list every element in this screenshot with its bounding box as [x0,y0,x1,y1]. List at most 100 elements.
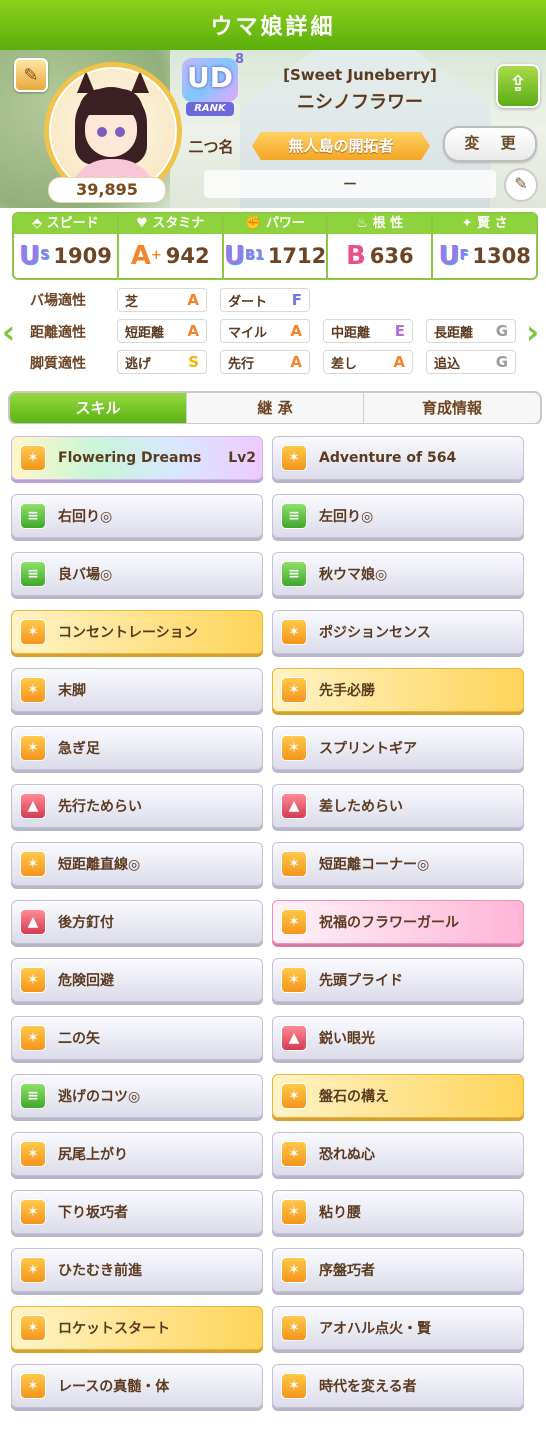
stat-label: スタミナ [152,216,205,231]
edit-memo-button[interactable]: ✎ [504,168,538,202]
skill-card[interactable]: ✶ 祝福のフラワーガール [272,900,524,944]
skill-card[interactable]: ✶ ポジションセンス [272,610,524,654]
stat-stamina: ♥ スタミナ A+ 942 [118,214,224,278]
skill-card[interactable]: ✶ Flowering Dreams Lv2 [11,436,263,480]
skill-card[interactable]: ✶ 序盤巧者 [272,1248,524,1292]
skill-card[interactable]: ✶ 二の矢 [11,1016,263,1060]
skill-card[interactable]: ≡ 良バ場◎ [11,552,263,596]
skill-name: 祝福のフラワーガール [319,915,459,931]
skill-name: ポジションセンス [319,625,431,641]
stat-label: パワー [265,216,305,231]
skill-card[interactable]: ✶ 恐れぬ心 [272,1132,524,1176]
stat-label: 根 性 [372,216,404,231]
pencil-icon: ✎ [514,174,528,193]
skill-name: 後方釘付 [58,915,114,931]
skill-name: Adventure of 564 [319,450,457,466]
skill-card[interactable]: ✶ 末脚 [11,668,263,712]
stat-wisdom: ✦ 賢 さ UF 1308 [433,214,536,278]
fan-count: 39,895 [48,177,166,203]
skill-card[interactable]: ✶ ロケットスタート [11,1306,263,1350]
skill-name: 時代を変える者 [319,1379,417,1395]
skill-card[interactable]: ✶ 急ぎ足 [11,726,263,770]
skill-card[interactable]: ≡ 秋ウマ娘◎ [272,552,524,596]
skill-icon: ▲ [281,1025,307,1051]
skill-name: 先行ためらい [58,799,142,815]
skill-icon: ✶ [20,967,46,993]
distance-aptitude-row: 距離適性 [30,319,116,345]
skill-card[interactable]: ✶ 先頭プライド [272,958,524,1002]
track-aptitude-row: バ場適性 [30,287,116,313]
character-name: ニシノフラワー [297,92,423,113]
tab-skills[interactable]: スキル [10,393,187,423]
skill-card[interactable]: ✶ 尻尾上がり [11,1132,263,1176]
skill-icon: ≡ [20,1083,46,1109]
skill-icon: ✶ [20,735,46,761]
detail-tabs: スキル 継 承 育成情報 [8,391,542,425]
skill-icon: ✶ [281,1199,307,1225]
skill-name: スプリントギア [319,741,417,757]
skill-card[interactable]: ✶ コンセントレーション [11,610,263,654]
skill-card[interactable]: ✶ ひたむき前進 [11,1248,263,1292]
skill-icon: ✶ [20,677,46,703]
skill-card[interactable]: ≡ 左回り◎ [272,494,524,538]
change-button[interactable]: 変 更 [443,126,537,162]
skill-card[interactable]: ✶ 短距離コーナー◎ [272,842,524,886]
skill-card[interactable]: ✶ スプリントギア [272,726,524,770]
rank-grade: UD [182,58,238,102]
outfit-name: [Sweet Juneberry] [283,66,437,84]
skill-icon: ✶ [281,967,307,993]
share-button[interactable]: ⇪ [496,64,540,108]
skill-name: 末脚 [58,683,86,699]
chevron-left-icon[interactable]: ‹ [2,314,20,350]
skill-card[interactable]: ✶ 盤石の構え [272,1074,524,1118]
skill-card[interactable]: ≡ 右回り◎ [11,494,263,538]
stat-power: ✊ パワー UB1 1712 [223,214,329,278]
skill-name: 序盤巧者 [319,1263,375,1279]
skill-icon: ✶ [281,677,307,703]
page-title: ウマ娘詳細 [0,0,546,52]
character-header: ✎ 39,895 UD 8 RANK 二つ名 [Sweet Juneberry]… [0,50,546,208]
skill-name: 先手必勝 [319,683,375,699]
skill-icon: ✶ [20,1257,46,1283]
tab-training-info[interactable]: 育成情報 [364,393,540,423]
skill-name: 右回り◎ [58,509,113,525]
skill-card[interactable]: ✶ アオハル点火・賢 [272,1306,524,1350]
stat-value: 636 [369,244,414,268]
skill-card[interactable]: ✶ 危険回避 [11,958,263,1002]
chevron-right-icon[interactable]: › [526,314,544,350]
skill-name: 尻尾上がり [58,1147,128,1163]
skill-card[interactable]: ≡ 逃げのコツ◎ [11,1074,263,1118]
skill-card[interactable]: ▲ 先行ためらい [11,784,263,828]
nickname-label[interactable]: 二つ名 [178,136,244,157]
character-item-icon[interactable]: ✎ [14,58,48,92]
skill-name: 急ぎ足 [58,741,100,757]
skill-name: 恐れぬ心 [319,1147,375,1163]
skill-icon: ✶ [20,1315,46,1341]
skill-icon: ✶ [20,445,46,471]
tab-inheritance[interactable]: 継 承 [187,393,364,423]
skill-card[interactable]: ✶ 時代を変える者 [272,1364,524,1408]
skill-card[interactable]: ✶ 粘り腰 [272,1190,524,1234]
skill-card[interactable]: ✶ レースの真髄・体 [11,1364,263,1408]
skill-card[interactable]: ▲ 差しためらい [272,784,524,828]
skill-icon: ✶ [281,619,307,645]
skill-card[interactable]: ✶ Adventure of 564 [272,436,524,480]
stats-panel: ⬘ スピード US 1909 ♥ スタミナ A+ 942 ✊ パワー UB1 1… [12,212,538,280]
skill-icon: ✶ [281,1257,307,1283]
skill-icon: ✶ [281,445,307,471]
skill-card[interactable]: ▲ 後方釘付 [11,900,263,944]
skill-name: 先頭プライド [319,973,403,989]
style-aptitude-row: 脚質適性 [30,350,116,376]
skill-card[interactable]: ✶ 短距離直線◎ [11,842,263,886]
rank-badge: UD 8 RANK [182,52,244,116]
stat-label: 賢 さ [477,216,508,231]
skill-card[interactable]: ▲ 鋭い眼光 [272,1016,524,1060]
stat-grade: A+ [130,241,162,271]
skill-card[interactable]: ✶ 先手必勝 [272,668,524,712]
apt-label: 距離適性 [30,325,86,341]
skill-name: Flowering Dreams [58,450,202,466]
skill-icon: ✶ [281,909,307,935]
skill-icon: ≡ [281,561,307,587]
skill-card[interactable]: ✶ 下り坂巧者 [11,1190,263,1234]
apt-sprint: 短距離 A [117,319,207,343]
